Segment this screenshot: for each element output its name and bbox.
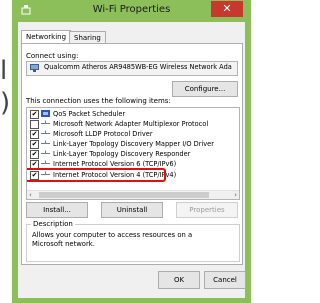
list-item[interactable]: ✔ Link-Layer Topology Discovery Responde… <box>27 149 239 159</box>
item-label: Microsoft Network Adapter Multiplexor Pr… <box>53 120 209 128</box>
checkbox[interactable]: ✔ <box>30 130 39 139</box>
cancel-button[interactable]: Cancel <box>204 271 246 289</box>
background-text: l <box>0 56 8 86</box>
protocol-icon <box>41 140 50 147</box>
checkbox[interactable]: ✔ <box>30 150 39 159</box>
properties-button[interactable]: Properties <box>176 202 238 218</box>
configure-button[interactable]: Configure... <box>172 81 238 97</box>
item-label: Link-Layer Topology Discovery Responder <box>53 150 191 158</box>
background-left <box>0 0 12 303</box>
item-label: Link-Layer Topology Discovery Mapper I/O… <box>53 140 214 148</box>
scroll-thumb[interactable] <box>39 192 209 198</box>
protocol-icon <box>41 160 50 167</box>
list-item[interactable]: ✔ Microsoft LLDP Protocol Driver <box>27 129 239 139</box>
list-item[interactable]: ✔ Link-Layer Topology Discovery Mapper I… <box>27 139 239 149</box>
properties-window: Wi-Fi Properties ✕ Networking Sharing Co… <box>12 0 251 303</box>
tab-networking[interactable]: Networking <box>21 30 72 44</box>
close-icon: ✕ <box>222 2 232 15</box>
tab-sharing[interactable]: Sharing <box>69 31 106 43</box>
description-title: Description <box>31 220 75 228</box>
dialog-body: Networking Sharing Connect using: Qualco… <box>18 22 246 298</box>
scroll-right-icon[interactable]: › <box>234 191 237 199</box>
ok-button[interactable]: OK <box>158 271 200 289</box>
adapter-name: Qualcomm Atheros AR9485WB-EG Wireless Ne… <box>44 63 232 71</box>
checkbox[interactable]: ✔ <box>30 110 39 119</box>
networking-panel: Connect using: Qualcomm Atheros AR9485WB… <box>21 43 243 265</box>
list-item[interactable]: ✔ Internet Protocol Version 4 (TCP/IPv4) <box>27 168 239 182</box>
scroll-left-icon[interactable]: ‹ <box>29 191 32 199</box>
description-group: Description Allows your computer to acce… <box>26 220 240 262</box>
network-adapter-icon <box>30 64 39 72</box>
scheduler-icon <box>41 110 50 117</box>
background-text: ) <box>0 88 11 118</box>
close-button[interactable]: ✕ <box>211 1 243 17</box>
list-item[interactable]: ✔ QoS Packet Scheduler <box>27 109 239 119</box>
items-label: This connection uses the following items… <box>26 97 171 105</box>
protocol-icon <box>41 130 50 137</box>
adapter-field: Qualcomm Atheros AR9485WB-EG Wireless Ne… <box>26 61 238 76</box>
checkbox[interactable] <box>30 120 39 129</box>
uninstall-button[interactable]: Uninstall <box>101 202 163 218</box>
description-text: Allows your computer to access resources… <box>32 231 193 248</box>
list-item[interactable]: Microsoft Network Adapter Multiplexor Pr… <box>27 119 239 129</box>
protocol-icon <box>41 150 50 157</box>
item-label: QoS Packet Scheduler <box>53 110 126 118</box>
checkbox[interactable]: ✔ <box>30 140 39 149</box>
connect-using-label: Connect using: <box>26 52 79 60</box>
protocol-icon <box>41 120 50 127</box>
install-button[interactable]: Install... <box>26 202 88 218</box>
item-label: Microsoft LLDP Protocol Driver <box>53 130 153 138</box>
highlight-box <box>27 168 166 182</box>
title-bar[interactable]: Wi-Fi Properties ✕ <box>12 0 251 22</box>
horizontal-scrollbar[interactable]: ‹ › <box>27 190 239 199</box>
items-list[interactable]: ✔ QoS Packet Scheduler Microsoft Network… <box>26 107 240 200</box>
